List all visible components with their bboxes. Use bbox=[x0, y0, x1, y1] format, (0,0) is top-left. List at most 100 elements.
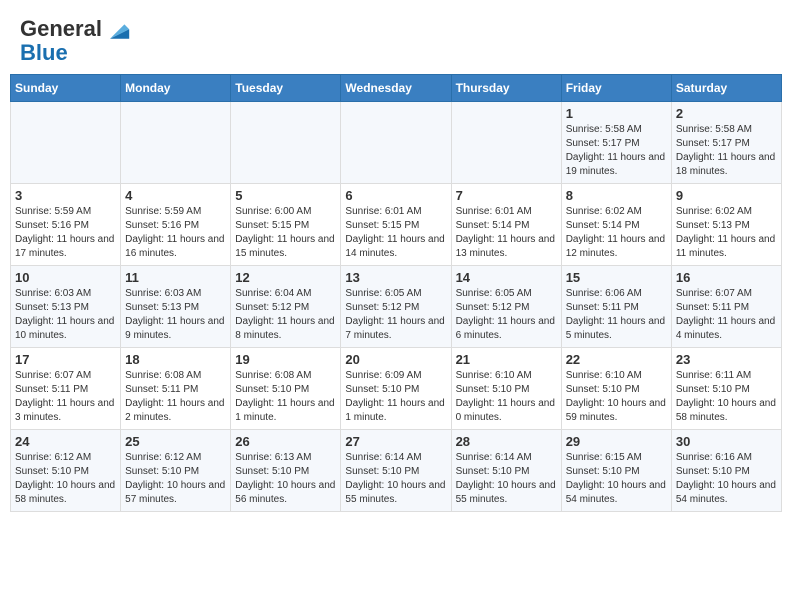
calendar-cell: 30 Sunrise: 6:16 AM Sunset: 5:10 PM Dayli… bbox=[671, 430, 781, 512]
day-number: 3 bbox=[15, 188, 116, 203]
day-number: 11 bbox=[125, 270, 226, 285]
calendar-cell: 23 Sunrise: 6:11 AM Sunset: 5:10 PM Dayli… bbox=[671, 348, 781, 430]
calendar-week-4: 24 Sunrise: 6:12 AM Sunset: 5:10 PM Dayli… bbox=[11, 430, 782, 512]
calendar-cell: 26Sunrise: 6:13 AM Sunset: 5:10 PM Dayli… bbox=[231, 430, 341, 512]
day-info: Sunrise: 6:01 AM Sunset: 5:15 PM Dayligh… bbox=[345, 205, 446, 261]
day-info: Sunrise: 6:11 AM Sunset: 5:10 PM Dayligh… bbox=[676, 369, 777, 425]
weekday-header-tuesday: Tuesday bbox=[231, 75, 341, 102]
calendar-cell bbox=[231, 102, 341, 184]
calendar-cell: 12 Sunrise: 6:04 AM Sunset: 5:12 PM Dayli… bbox=[231, 266, 341, 348]
day-number: 21 bbox=[456, 352, 557, 367]
day-info: Sunrise: 6:04 AM Sunset: 5:12 PM Dayligh… bbox=[235, 287, 336, 343]
weekday-header-row: SundayMondayTuesdayWednesdayThursdayFrid… bbox=[11, 75, 782, 102]
day-number: 7 bbox=[456, 188, 557, 203]
day-number: 26 bbox=[235, 434, 336, 449]
day-info: Sunrise: 6:05 AM Sunset: 5:12 PM Dayligh… bbox=[345, 287, 446, 343]
day-number: 4 bbox=[125, 188, 226, 203]
day-info: Sunrise: 5:59 AM Sunset: 5:16 PM Dayligh… bbox=[15, 205, 116, 261]
calendar-week-2: 10 Sunrise: 6:03 AM Sunset: 5:13 PM Dayli… bbox=[11, 266, 782, 348]
day-info: Sunrise: 6:10 AM Sunset: 5:10 PM Dayligh… bbox=[566, 369, 667, 425]
calendar-cell: 3 Sunrise: 5:59 AM Sunset: 5:16 PM Daylig… bbox=[11, 184, 121, 266]
calendar-cell bbox=[341, 102, 451, 184]
calendar-cell: 21 Sunrise: 6:10 AM Sunset: 5:10 PM Dayli… bbox=[451, 348, 561, 430]
day-info: Sunrise: 6:07 AM Sunset: 5:11 PM Dayligh… bbox=[676, 287, 777, 343]
day-info: Sunrise: 6:15 AM Sunset: 5:10 PM Dayligh… bbox=[566, 451, 667, 507]
day-number: 15 bbox=[566, 270, 667, 285]
calendar-cell: 14 Sunrise: 6:05 AM Sunset: 5:12 PM Dayli… bbox=[451, 266, 561, 348]
calendar-cell: 9 Sunrise: 6:02 AM Sunset: 5:13 PM Daylig… bbox=[671, 184, 781, 266]
day-number: 18 bbox=[125, 352, 226, 367]
calendar-table: SundayMondayTuesdayWednesdayThursdayFrid… bbox=[10, 74, 782, 512]
logo: General Blue bbox=[20, 18, 134, 64]
calendar-cell: 19Sunrise: 6:08 AM Sunset: 5:10 PM Dayli… bbox=[231, 348, 341, 430]
day-info: Sunrise: 6:07 AM Sunset: 5:11 PM Dayligh… bbox=[15, 369, 116, 425]
day-number: 1 bbox=[566, 106, 667, 121]
day-number: 24 bbox=[15, 434, 116, 449]
weekday-header-monday: Monday bbox=[121, 75, 231, 102]
calendar-cell: 8 Sunrise: 6:02 AM Sunset: 5:14 PM Daylig… bbox=[561, 184, 671, 266]
day-number: 8 bbox=[566, 188, 667, 203]
calendar-cell: 4Sunrise: 5:59 AM Sunset: 5:16 PM Daylig… bbox=[121, 184, 231, 266]
day-number: 6 bbox=[345, 188, 446, 203]
calendar-cell: 29 Sunrise: 6:15 AM Sunset: 5:10 PM Dayli… bbox=[561, 430, 671, 512]
calendar-wrapper: SundayMondayTuesdayWednesdayThursdayFrid… bbox=[0, 74, 792, 522]
calendar-cell: 28 Sunrise: 6:14 AM Sunset: 5:10 PM Dayli… bbox=[451, 430, 561, 512]
calendar-cell: 25 Sunrise: 6:12 AM Sunset: 5:10 PM Dayli… bbox=[121, 430, 231, 512]
day-info: Sunrise: 6:00 AM Sunset: 5:15 PM Dayligh… bbox=[235, 205, 336, 261]
weekday-header-thursday: Thursday bbox=[451, 75, 561, 102]
day-info: Sunrise: 6:16 AM Sunset: 5:10 PM Dayligh… bbox=[676, 451, 777, 507]
calendar-cell: 6 Sunrise: 6:01 AM Sunset: 5:15 PM Daylig… bbox=[341, 184, 451, 266]
calendar-cell: 2Sunrise: 5:58 AM Sunset: 5:17 PM Daylig… bbox=[671, 102, 781, 184]
day-number: 12 bbox=[235, 270, 336, 285]
calendar-cell: 16Sunrise: 6:07 AM Sunset: 5:11 PM Dayli… bbox=[671, 266, 781, 348]
weekday-header-sunday: Sunday bbox=[11, 75, 121, 102]
day-info: Sunrise: 6:14 AM Sunset: 5:10 PM Dayligh… bbox=[345, 451, 446, 507]
day-number: 30 bbox=[676, 434, 777, 449]
calendar-cell: 22 Sunrise: 6:10 AM Sunset: 5:10 PM Dayli… bbox=[561, 348, 671, 430]
day-info: Sunrise: 6:10 AM Sunset: 5:10 PM Dayligh… bbox=[456, 369, 557, 425]
calendar-week-3: 17 Sunrise: 6:07 AM Sunset: 5:11 PM Dayli… bbox=[11, 348, 782, 430]
calendar-cell bbox=[121, 102, 231, 184]
calendar-cell: 17 Sunrise: 6:07 AM Sunset: 5:11 PM Dayli… bbox=[11, 348, 121, 430]
page-header: General Blue bbox=[0, 0, 792, 74]
day-number: 9 bbox=[676, 188, 777, 203]
day-info: Sunrise: 6:02 AM Sunset: 5:14 PM Dayligh… bbox=[566, 205, 667, 261]
calendar-week-0: 1 Sunrise: 5:58 AM Sunset: 5:17 PM Daylig… bbox=[11, 102, 782, 184]
day-number: 23 bbox=[676, 352, 777, 367]
calendar-cell: 1 Sunrise: 5:58 AM Sunset: 5:17 PM Daylig… bbox=[561, 102, 671, 184]
day-info: Sunrise: 6:14 AM Sunset: 5:10 PM Dayligh… bbox=[456, 451, 557, 507]
day-number: 22 bbox=[566, 352, 667, 367]
day-number: 14 bbox=[456, 270, 557, 285]
day-number: 17 bbox=[15, 352, 116, 367]
weekday-header-saturday: Saturday bbox=[671, 75, 781, 102]
day-info: Sunrise: 6:06 AM Sunset: 5:11 PM Dayligh… bbox=[566, 287, 667, 343]
day-info: Sunrise: 5:58 AM Sunset: 5:17 PM Dayligh… bbox=[566, 123, 667, 179]
day-info: Sunrise: 6:12 AM Sunset: 5:10 PM Dayligh… bbox=[125, 451, 226, 507]
day-info: Sunrise: 6:03 AM Sunset: 5:13 PM Dayligh… bbox=[15, 287, 116, 343]
day-number: 25 bbox=[125, 434, 226, 449]
day-number: 13 bbox=[345, 270, 446, 285]
calendar-cell: 10 Sunrise: 6:03 AM Sunset: 5:13 PM Dayli… bbox=[11, 266, 121, 348]
day-number: 28 bbox=[456, 434, 557, 449]
day-number: 5 bbox=[235, 188, 336, 203]
day-number: 29 bbox=[566, 434, 667, 449]
day-number: 10 bbox=[15, 270, 116, 285]
weekday-header-friday: Friday bbox=[561, 75, 671, 102]
calendar-cell: 13 Sunrise: 6:05 AM Sunset: 5:12 PM Dayli… bbox=[341, 266, 451, 348]
calendar-cell: 11 Sunrise: 6:03 AM Sunset: 5:13 PM Dayli… bbox=[121, 266, 231, 348]
day-info: Sunrise: 6:01 AM Sunset: 5:14 PM Dayligh… bbox=[456, 205, 557, 261]
weekday-header-wednesday: Wednesday bbox=[341, 75, 451, 102]
calendar-cell: 24 Sunrise: 6:12 AM Sunset: 5:10 PM Dayli… bbox=[11, 430, 121, 512]
day-info: Sunrise: 6:08 AM Sunset: 5:11 PM Dayligh… bbox=[125, 369, 226, 425]
day-info: Sunrise: 6:02 AM Sunset: 5:13 PM Dayligh… bbox=[676, 205, 777, 261]
day-info: Sunrise: 6:03 AM Sunset: 5:13 PM Dayligh… bbox=[125, 287, 226, 343]
day-number: 20 bbox=[345, 352, 446, 367]
day-info: Sunrise: 5:58 AM Sunset: 5:17 PM Dayligh… bbox=[676, 123, 777, 179]
calendar-cell: 5 Sunrise: 6:00 AM Sunset: 5:15 PM Daylig… bbox=[231, 184, 341, 266]
calendar-cell bbox=[11, 102, 121, 184]
calendar-cell: 7 Sunrise: 6:01 AM Sunset: 5:14 PM Daylig… bbox=[451, 184, 561, 266]
calendar-week-1: 3 Sunrise: 5:59 AM Sunset: 5:16 PM Daylig… bbox=[11, 184, 782, 266]
day-info: Sunrise: 6:12 AM Sunset: 5:10 PM Dayligh… bbox=[15, 451, 116, 507]
day-number: 19 bbox=[235, 352, 336, 367]
day-info: Sunrise: 6:05 AM Sunset: 5:12 PM Dayligh… bbox=[456, 287, 557, 343]
